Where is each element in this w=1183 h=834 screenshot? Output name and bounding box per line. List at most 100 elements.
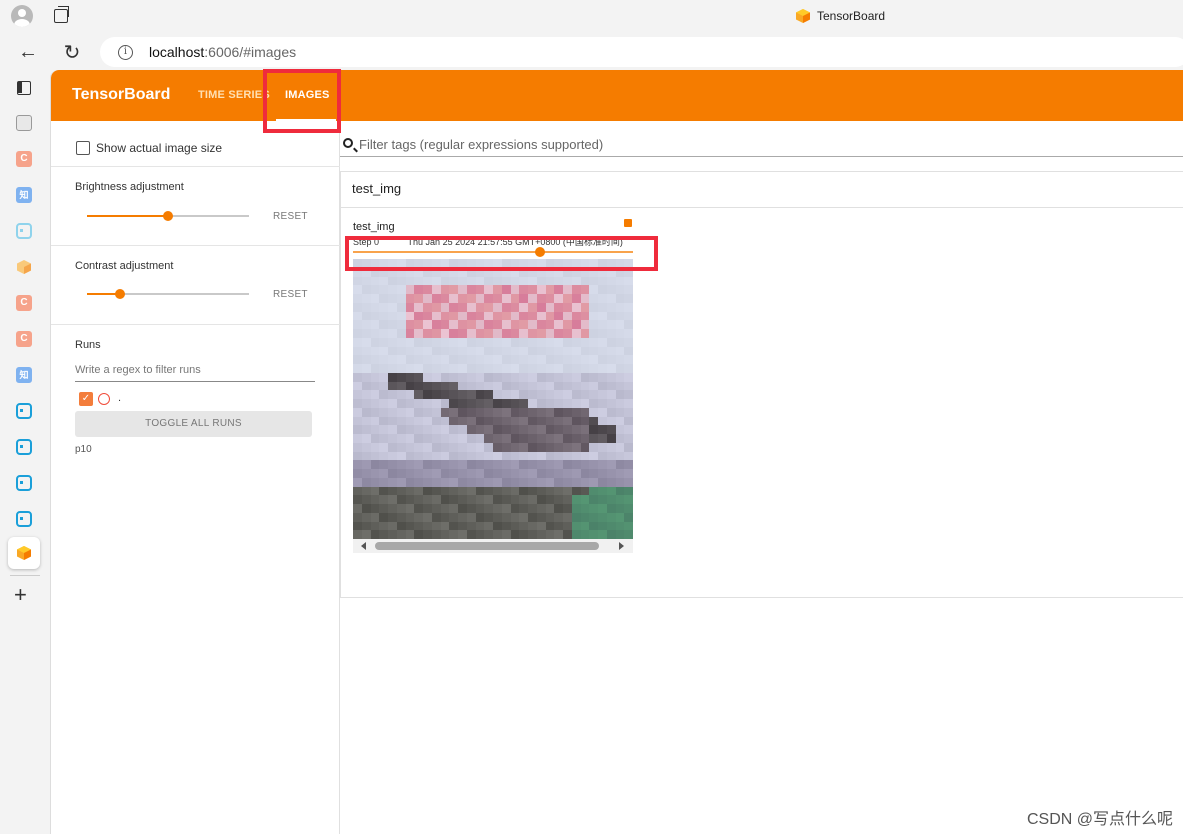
image-pixel [449, 477, 458, 487]
image-pixel [598, 302, 607, 312]
image-pixel [493, 294, 502, 303]
scroll-right-icon[interactable] [619, 542, 624, 550]
image-pixel [361, 495, 371, 504]
sidebar-item-tensorboard-active[interactable] [8, 537, 40, 569]
image-pixel [423, 469, 432, 478]
image-pixel [466, 294, 476, 303]
image-pixel [545, 355, 555, 364]
image-scrollbar[interactable] [353, 539, 633, 553]
scroll-left-icon[interactable] [361, 542, 366, 550]
workspaces-icon[interactable] [54, 6, 69, 23]
info-icon[interactable]: i [118, 45, 133, 60]
image-pixel [353, 512, 362, 522]
csdn-icon[interactable]: C [16, 295, 32, 311]
brightness-slider-thumb[interactable] [163, 211, 173, 221]
tag-filter-input[interactable]: Filter tags (regular expressions support… [340, 135, 1183, 157]
run-checkbox[interactable]: ✓ [79, 392, 93, 406]
image-pixel [615, 434, 625, 443]
sidebar-toggle-icon[interactable] [17, 81, 31, 95]
image-pixel [484, 390, 493, 399]
image-pixel [554, 425, 563, 434]
toggle-all-runs-button[interactable]: TOGGLE ALL RUNS [75, 411, 312, 437]
csdn-icon[interactable]: C [16, 151, 32, 167]
image-pixel [510, 477, 520, 487]
bilibili-icon[interactable] [16, 439, 32, 455]
image-pixel [545, 469, 555, 478]
image-pixel [501, 276, 511, 286]
image-pixel [440, 364, 450, 373]
back-icon[interactable]: ← [16, 40, 40, 64]
bilibili-icon[interactable] [16, 403, 32, 419]
image-pixel [449, 407, 458, 417]
image-pixel [545, 477, 555, 487]
image-pixel [598, 460, 607, 469]
image-pixel [370, 364, 380, 373]
image-pixel [379, 311, 388, 321]
image-pixel [353, 399, 362, 408]
image-pixel [615, 416, 625, 426]
image-pixel [554, 530, 563, 539]
image-pixel [423, 425, 432, 434]
brightness-reset-button[interactable]: RESET [273, 211, 308, 222]
add-icon[interactable]: + [14, 582, 27, 608]
extension-icon[interactable] [16, 115, 32, 131]
image-pixel [440, 294, 450, 303]
bilibili-icon[interactable] [16, 511, 32, 527]
browser-tab[interactable]: TensorBoard [795, 8, 885, 24]
run-color-icon[interactable] [98, 393, 110, 405]
image-pixel [475, 276, 485, 286]
tag-group-header[interactable]: test_img [341, 172, 1183, 208]
image-pixel [493, 372, 502, 382]
csdn-icon[interactable]: C [16, 331, 32, 347]
highlight-box-images-tab [263, 69, 341, 133]
image-pixel [493, 469, 502, 478]
image-pixel [423, 276, 432, 286]
image-pixel [615, 329, 625, 338]
image-pixel [510, 434, 520, 443]
image-pixel [598, 381, 607, 391]
image-pixel [466, 469, 476, 478]
image-pixel [501, 460, 511, 469]
runs-filter-input[interactable]: Write a regex to filter runs [75, 358, 315, 382]
show-actual-size-checkbox[interactable] [76, 141, 90, 155]
image-pixel [510, 442, 520, 452]
tag-group-title: test_img [352, 181, 402, 196]
image-pixel [589, 346, 598, 356]
zhihu-icon[interactable]: 知 [16, 187, 32, 203]
tensorboard-icon[interactable] [16, 259, 32, 275]
image-pixel [379, 294, 388, 303]
image-pixel [396, 294, 406, 303]
image-pixel [484, 460, 493, 469]
url-text[interactable]: localhost:6006/#images [149, 44, 296, 60]
image-pixel [519, 521, 528, 531]
image-pixel [580, 434, 590, 443]
image-pixel [458, 276, 467, 286]
refresh-icon[interactable]: ↻ [60, 40, 84, 64]
image-pixel [484, 399, 493, 408]
contrast-reset-button[interactable]: RESET [273, 289, 308, 300]
image-pixel [519, 355, 528, 364]
image-pixel [580, 320, 590, 329]
bilibili-icon[interactable] [16, 475, 32, 491]
profile-icon[interactable] [11, 5, 33, 27]
image-pixel [563, 486, 572, 496]
image-pixel [370, 285, 380, 294]
tab-time-series[interactable]: TIME SERIES [198, 89, 270, 101]
image-pixel [466, 407, 476, 417]
image-pixel [353, 320, 362, 329]
image-pixel [493, 337, 502, 347]
image-pixel [563, 390, 572, 399]
scrollbar-thumb[interactable] [375, 542, 599, 550]
image-pixel [440, 311, 450, 321]
zhihu-icon[interactable]: 知 [16, 367, 32, 383]
image-pixel [598, 364, 607, 373]
address-bar[interactable]: i localhost:6006/#images [100, 37, 1183, 67]
contrast-slider-thumb[interactable] [115, 289, 125, 299]
image-pixel [449, 390, 458, 399]
image-pixel [510, 512, 520, 522]
image-pixel [615, 294, 625, 303]
image-pixel [554, 320, 563, 329]
image-pixel [388, 320, 397, 329]
bilibili-icon[interactable] [16, 223, 32, 239]
image-pixel [501, 381, 511, 391]
